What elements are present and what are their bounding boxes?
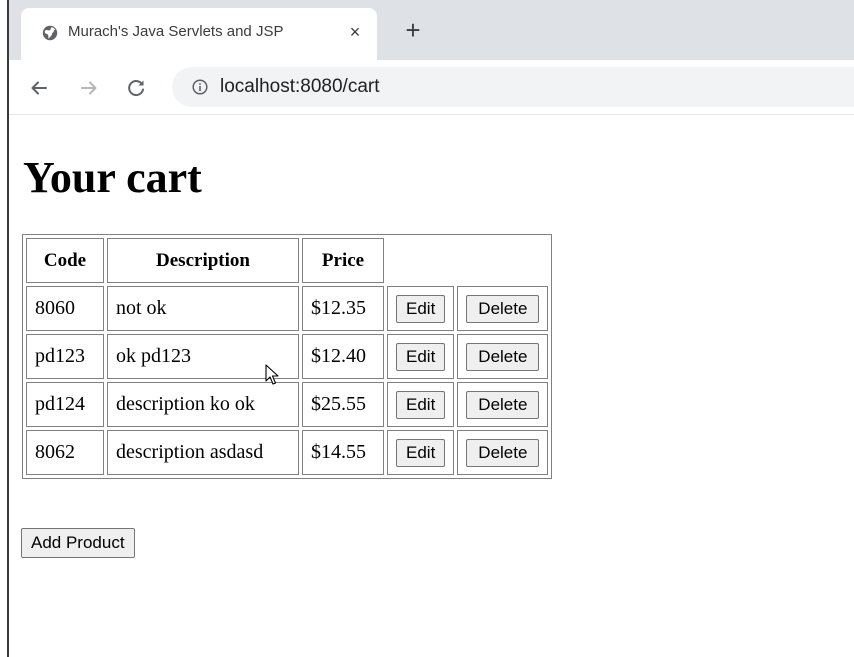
cell-description: description ko ok <box>107 382 299 427</box>
globe-icon <box>42 25 58 41</box>
cell-code: 8060 <box>26 286 104 331</box>
table-row: pd123 ok pd123 $12.40 Edit Delete <box>26 334 549 379</box>
cell-delete: Delete <box>457 382 549 427</box>
arrow-left-icon[interactable] <box>26 75 52 101</box>
table-row: pd124 description ko ok $25.55 Edit Dele… <box>26 382 549 427</box>
close-icon[interactable]: × <box>343 20 367 44</box>
page-title: Your cart <box>23 153 202 202</box>
info-icon[interactable] <box>192 79 208 95</box>
cell-price: $14.55 <box>302 430 384 475</box>
cell-code: 8062 <box>26 430 104 475</box>
mouse-cursor-icon <box>265 364 279 385</box>
page-content: Your cart Code Description Price 8060 no… <box>9 115 854 657</box>
edit-button[interactable]: Edit <box>396 342 446 371</box>
cell-price: $12.40 <box>302 334 384 379</box>
cell-code: pd123 <box>26 334 104 379</box>
cell-code: pd124 <box>26 382 104 427</box>
column-header-edit <box>387 238 454 283</box>
add-product-button[interactable]: Add Product <box>21 528 135 558</box>
column-header-delete <box>457 238 548 283</box>
table-row: 8060 not ok $12.35 Edit Delete <box>26 286 549 331</box>
edit-button[interactable]: Edit <box>396 294 446 323</box>
cell-edit: Edit <box>387 430 455 475</box>
cell-delete: Delete <box>457 430 549 475</box>
edit-button[interactable]: Edit <box>396 390 446 419</box>
cell-delete: Delete <box>457 334 549 379</box>
cell-price: $25.55 <box>302 382 384 427</box>
table-header-row: Code Description Price <box>26 238 548 283</box>
tab-active[interactable]: Murach's Java Servlets and JSP × <box>21 8 377 60</box>
cell-edit: Edit <box>387 334 455 379</box>
arrow-right-icon[interactable] <box>76 75 102 101</box>
cart-table: Code Description Price 8060 not ok $12.3… <box>22 234 553 479</box>
reload-icon[interactable] <box>123 75 149 101</box>
cell-description: description asdasd <box>107 430 299 475</box>
edit-button[interactable]: Edit <box>396 438 446 467</box>
delete-button[interactable]: Delete <box>466 342 540 371</box>
column-header-description: Description <box>107 238 299 283</box>
plus-icon[interactable]: + <box>401 17 425 43</box>
browser-toolbar: localhost:8080/cart <box>9 60 854 115</box>
tab-strip: Murach's Java Servlets and JSP × + <box>9 0 854 60</box>
browser-window: Murach's Java Servlets and JSP × + local… <box>0 0 854 657</box>
delete-button[interactable]: Delete <box>466 294 540 323</box>
column-header-price: Price <box>302 238 384 283</box>
address-bar[interactable]: localhost:8080/cart <box>172 67 854 107</box>
cell-edit: Edit <box>387 382 455 427</box>
cell-delete: Delete <box>457 286 549 331</box>
tab-title: Murach's Java Servlets and JSP <box>68 23 284 40</box>
column-header-code: Code <box>26 238 104 283</box>
table-row: 8062 description asdasd $14.55 Edit Dele… <box>26 430 549 475</box>
cell-description: not ok <box>107 286 299 331</box>
delete-button[interactable]: Delete <box>466 390 540 419</box>
cell-price: $12.35 <box>302 286 384 331</box>
url-text[interactable]: localhost:8080/cart <box>220 76 380 98</box>
delete-button[interactable]: Delete <box>466 438 540 467</box>
cell-edit: Edit <box>387 286 455 331</box>
